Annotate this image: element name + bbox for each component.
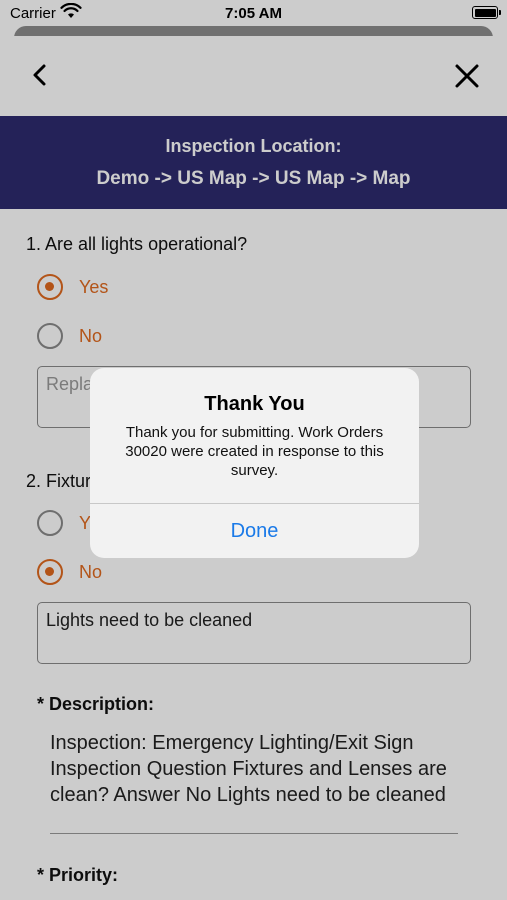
alert-title: Thank You <box>204 393 305 415</box>
alert-message: Thank you for submitting. Work Orders 30… <box>125 424 384 479</box>
thank-you-alert: Thank You Thank you for submitting. Work… <box>90 368 419 558</box>
done-button[interactable]: Done <box>90 504 419 558</box>
